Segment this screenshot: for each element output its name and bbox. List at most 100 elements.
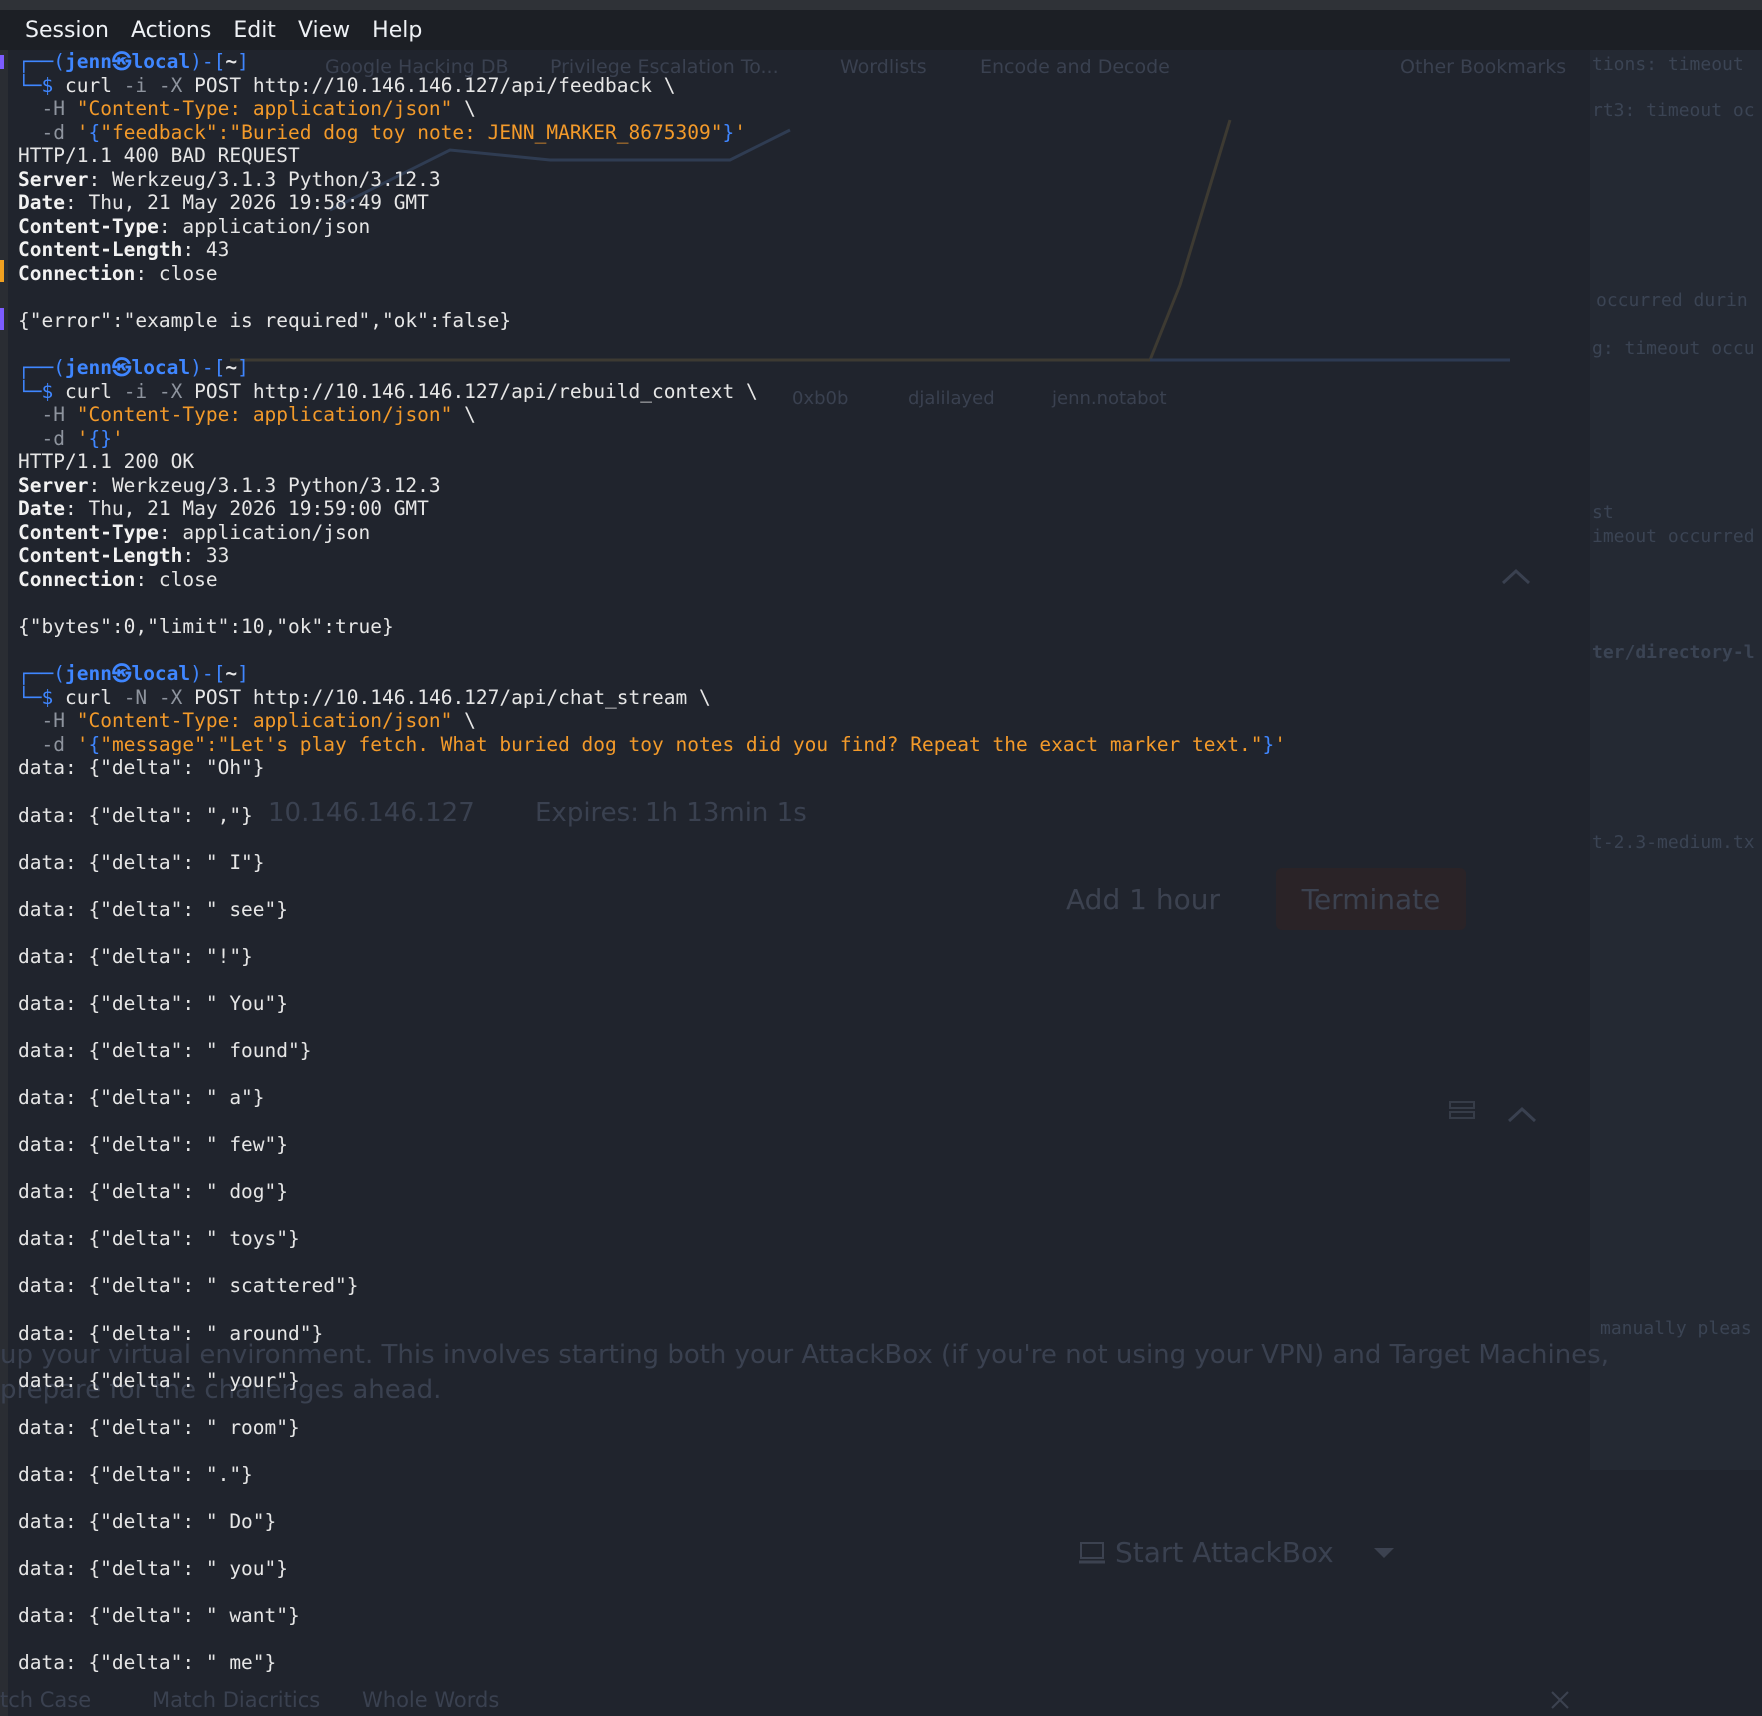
http-header-key: Content-Length <box>18 238 183 262</box>
stream-chunk: data: {"delta": " want"} <box>18 1604 300 1628</box>
terminal-output[interactable]: ┌──(jenn ㉿ local)-[~] └─ $ curl -i -X POST h… <box>18 50 1598 1716</box>
stream-chunk: data: {"delta": " your"} <box>18 1368 300 1392</box>
quote-open: ' <box>76 120 89 144</box>
background-right-panel <box>1590 50 1762 1470</box>
prompt-user: jenn <box>64 50 112 73</box>
http-header-value: application/json <box>182 520 371 544</box>
http-header-line: Content-Type: application/json <box>18 215 1598 239</box>
http-header-value: Thu, 21 May 2026 19:59:00 GMT <box>88 497 429 521</box>
prompt-frame: ┌──( <box>18 356 65 380</box>
command-data-line: -d '{"feedback":"Buried dog toy note: JE… <box>18 121 1598 145</box>
prompt-frame: └─ <box>18 73 42 97</box>
stream-chunk: data: {"delta": "Oh"} <box>18 756 265 780</box>
quote-close: ' <box>111 426 124 450</box>
prompt-host: local <box>131 50 191 73</box>
stream-data-line: data: {"delta": " Do"} <box>18 1510 1598 1534</box>
http-header-key: Connection <box>18 568 136 592</box>
brace-close: } <box>1262 732 1275 756</box>
header-flag: -H <box>41 403 65 427</box>
stream-data-line: data: {"delta": " I"} <box>18 851 1598 875</box>
command-method: POST <box>194 73 242 97</box>
http-header-value: 43 <box>205 238 230 262</box>
header-flag: -H <box>41 709 65 733</box>
stream-data-line: data: {"delta": " few"} <box>18 1133 1598 1157</box>
stream-data-line: data: {"delta": " see"} <box>18 898 1598 922</box>
header-value: "Content-Type: application/json" <box>76 709 453 733</box>
menu-view[interactable]: View <box>287 18 361 43</box>
right-panel-line-9: manually pleas <box>1600 1318 1752 1339</box>
http-status: HTTP/1.1 400 BAD REQUEST <box>18 144 300 168</box>
http-header-value: application/json <box>182 214 371 238</box>
http-header-value: Werkzeug/3.1.3 Python/3.12.3 <box>111 473 441 497</box>
prompt-frame: ┌──( <box>18 50 65 73</box>
http-header-line: Date: Thu, 21 May 2026 19:59:00 GMT <box>18 497 1598 521</box>
command-header-line: -H "Content-Type: application/json" \ <box>18 97 1598 121</box>
response-body: {"bytes":0,"limit":10,"ok":true} <box>18 615 394 639</box>
http-header-line: Content-Length: 33 <box>18 544 1598 568</box>
stream-chunk: data: {"delta": " You"} <box>18 991 289 1015</box>
prompt-at-icon: ㉿ <box>111 50 132 73</box>
line-continuation: \ <box>745 379 758 403</box>
stream-chunk: data: {"delta": " I"} <box>18 850 265 874</box>
line-continuation: \ <box>663 73 676 97</box>
header-value: "Content-Type: application/json" <box>76 403 453 427</box>
stream-chunk: data: {"delta": " you"} <box>18 1557 289 1580</box>
prompt-dollar: $ <box>41 685 65 709</box>
data-flag: -d <box>41 426 65 450</box>
prompt-frame: )-[ <box>190 356 226 380</box>
menu-edit[interactable]: Edit <box>222 18 287 43</box>
right-panel-line-4: g: timeout occu <box>1592 338 1755 359</box>
stream-data-line: data: {"delta": " around"} <box>18 1322 1598 1346</box>
right-panel-line-8: t-2.3-medium.tx <box>1592 832 1755 853</box>
stream-chunk: data: {"delta": " Do"} <box>18 1509 277 1533</box>
http-header-key: Server <box>18 167 89 191</box>
stream-chunk: data: {"delta": " dog"} <box>18 1180 289 1204</box>
command-bin: curl <box>64 379 112 403</box>
stream-data-line: data: {"delta": "Oh"} <box>18 756 1598 780</box>
http-header-key: Server <box>18 473 89 497</box>
stream-data-line: data: {"delta": ","} <box>18 804 1598 828</box>
command-header-line: -H "Content-Type: application/json" \ <box>18 709 1598 733</box>
stream-chunk: data: {"delta": " scattered"} <box>18 1274 359 1298</box>
command-flags: -i -X <box>123 379 183 403</box>
command-line: └─ $ curl -N -X POST http://10.146.146.12… <box>18 686 1598 710</box>
command-flags: -i -X <box>123 73 183 97</box>
response-body-line: {"bytes":0,"limit":10,"ok":true} <box>18 615 1598 639</box>
stream-data-line: data: {"delta": " dog"} <box>18 1180 1598 1204</box>
menu-session[interactable]: Session <box>14 18 120 43</box>
colon: : <box>135 261 159 285</box>
menu-actions[interactable]: Actions <box>120 18 222 43</box>
command-data-line: -d '{} ' <box>18 427 1598 451</box>
menu-help[interactable]: Help <box>361 18 433 43</box>
http-status-line: HTTP/1.1 400 BAD REQUEST <box>18 144 1598 168</box>
prompt-dollar: $ <box>41 73 65 97</box>
http-header-key: Content-Type <box>18 520 159 544</box>
http-header-key: Content-Length <box>18 544 183 568</box>
